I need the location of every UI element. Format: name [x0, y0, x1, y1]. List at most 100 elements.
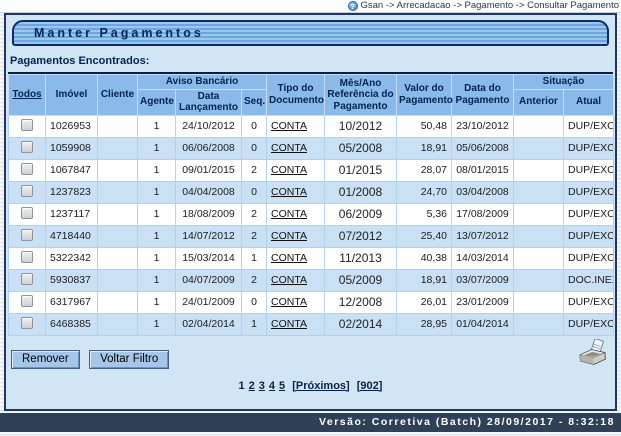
cell-valor: 50,48 — [397, 115, 452, 137]
pagination-page-4[interactable]: 4 — [269, 380, 275, 392]
cell-mes-ano: 05/2008 — [325, 137, 397, 159]
remover-button[interactable]: Remover — [11, 350, 80, 369]
pagination-last-link[interactable]: [902] — [357, 380, 383, 392]
cell-situacao-anterior — [514, 159, 564, 181]
header-atual: Atual — [564, 89, 614, 115]
document-link[interactable]: CONTA — [271, 274, 307, 286]
row-checkbox[interactable] — [21, 273, 33, 285]
cell-cliente — [98, 115, 138, 137]
help-icon[interactable]: ? — [348, 1, 358, 11]
document-link[interactable]: CONTA — [271, 252, 307, 264]
cell-situacao-atual: DUP/EXC — [564, 181, 614, 203]
row-checkbox[interactable] — [21, 229, 33, 241]
version-text: Versão: Corretiva (Batch) 28/09/2017 - 8… — [319, 416, 615, 428]
cell-imovel: 5322342 — [46, 247, 98, 269]
cell-tipo-documento: CONTA — [267, 115, 325, 137]
cell-data-pagamento: 03/04/2008 — [452, 181, 514, 203]
cell-agente: 1 — [138, 313, 176, 335]
cell-data-lancamento: 24/10/2012 — [176, 115, 242, 137]
row-checkbox[interactable] — [21, 207, 33, 219]
cell-valor: 18,91 — [397, 269, 452, 291]
breadcrumb: Gsan -> Arrecadacao -> Pagamento -> Cons… — [361, 0, 620, 11]
cell-valor: 5,36 — [397, 203, 452, 225]
header-anterior: Anterior — [514, 89, 564, 115]
row-checkbox[interactable] — [21, 251, 33, 263]
row-checkbox[interactable] — [21, 141, 33, 153]
table-row: 1237117 1 18/08/2009 2 CONTA 06/2009 5,3… — [9, 203, 614, 225]
cell-data-lancamento: 24/01/2009 — [176, 291, 242, 313]
cell-tipo-documento: CONTA — [267, 203, 325, 225]
pagination-page-5[interactable]: 5 — [279, 380, 285, 392]
cell-checkbox — [9, 247, 46, 269]
table-row: 1059908 1 06/06/2008 0 CONTA 05/2008 18,… — [9, 137, 614, 159]
document-link[interactable]: CONTA — [271, 318, 307, 330]
header-group-aviso-bancario: Aviso Bancário — [138, 75, 267, 90]
cell-mes-ano: 12/2008 — [325, 291, 397, 313]
main-panel: Manter Pagamentos Pagamentos Encontrados… — [4, 13, 617, 411]
cell-valor: 25,40 — [397, 225, 452, 247]
row-checkbox[interactable] — [21, 163, 33, 175]
cell-valor: 28,95 — [397, 313, 452, 335]
cell-data-lancamento: 04/04/2008 — [176, 181, 242, 203]
cell-agente: 1 — [138, 159, 176, 181]
cell-situacao-anterior — [514, 181, 564, 203]
header-agente: Agente — [138, 89, 176, 115]
cell-situacao-anterior — [514, 225, 564, 247]
header-group-situacao: Situação — [514, 75, 614, 90]
cell-agente: 1 — [138, 115, 176, 137]
header-mes-ano: Mês/Ano Referência do Pagamento — [325, 75, 397, 116]
version-footer: Versão: Corretiva (Batch) 28/09/2017 - 8… — [0, 413, 621, 432]
cell-cliente — [98, 269, 138, 291]
row-checkbox[interactable] — [21, 119, 33, 131]
document-link[interactable]: CONTA — [271, 230, 307, 242]
row-checkbox[interactable] — [21, 317, 33, 329]
cell-imovel: 6317967 — [46, 291, 98, 313]
pagination-page-2[interactable]: 2 — [249, 380, 255, 392]
cell-data-pagamento: 23/10/2012 — [452, 115, 514, 137]
cell-data-pagamento: 17/08/2009 — [452, 203, 514, 225]
cell-tipo-documento: CONTA — [267, 225, 325, 247]
cell-imovel: 1059908 — [46, 137, 98, 159]
document-link[interactable]: CONTA — [271, 296, 307, 308]
header-valor: Valor do Pagamento — [397, 75, 452, 116]
row-checkbox[interactable] — [21, 185, 33, 197]
cell-data-lancamento: 02/04/2014 — [176, 313, 242, 335]
cell-data-pagamento: 08/01/2015 — [452, 159, 514, 181]
document-link[interactable]: CONTA — [271, 164, 307, 176]
table-row: 6317967 1 24/01/2009 0 CONTA 12/2008 26,… — [9, 291, 614, 313]
cell-seq: 0 — [242, 181, 267, 203]
row-checkbox[interactable] — [21, 295, 33, 307]
cell-tipo-documento: CONTA — [267, 181, 325, 203]
cell-tipo-documento: CONTA — [267, 313, 325, 335]
page-title: Manter Pagamentos — [34, 26, 204, 40]
document-link[interactable]: CONTA — [271, 142, 307, 154]
cell-tipo-documento: CONTA — [267, 291, 325, 313]
cell-seq: 0 — [242, 137, 267, 159]
cell-agente: 1 — [138, 137, 176, 159]
cell-agente: 1 — [138, 291, 176, 313]
cell-agente: 1 — [138, 269, 176, 291]
pagination-next-link[interactable]: [Próximos] — [292, 380, 349, 392]
cell-checkbox — [9, 291, 46, 313]
cell-data-pagamento: 14/03/2014 — [452, 247, 514, 269]
printer-icon[interactable] — [577, 339, 609, 369]
cell-seq: 2 — [242, 269, 267, 291]
gsan-screen: ? Gsan -> Arrecadacao -> Pagamento -> Co… — [0, 0, 621, 436]
document-link[interactable]: CONTA — [271, 120, 307, 132]
voltar-filtro-button[interactable]: Voltar Filtro — [89, 350, 169, 369]
document-link[interactable]: CONTA — [271, 208, 307, 220]
cell-seq: 2 — [242, 159, 267, 181]
cell-data-lancamento: 06/06/2008 — [176, 137, 242, 159]
pagination-page-3[interactable]: 3 — [259, 380, 265, 392]
select-all-link[interactable]: Todos — [12, 89, 41, 100]
cell-seq: 0 — [242, 115, 267, 137]
header-data-pagamento: Data do Pagamento — [452, 75, 514, 116]
cell-situacao-atual: DUP/EXC — [564, 291, 614, 313]
header-cliente: Cliente — [98, 75, 138, 116]
cell-valor: 28,07 — [397, 159, 452, 181]
cell-imovel: 4718440 — [46, 225, 98, 247]
payments-table-wrap: Todos Imóvel Cliente Aviso Bancário Tipo… — [8, 72, 613, 336]
cell-data-lancamento: 18/08/2009 — [176, 203, 242, 225]
document-link[interactable]: CONTA — [271, 186, 307, 198]
cell-mes-ano: 01/2015 — [325, 159, 397, 181]
